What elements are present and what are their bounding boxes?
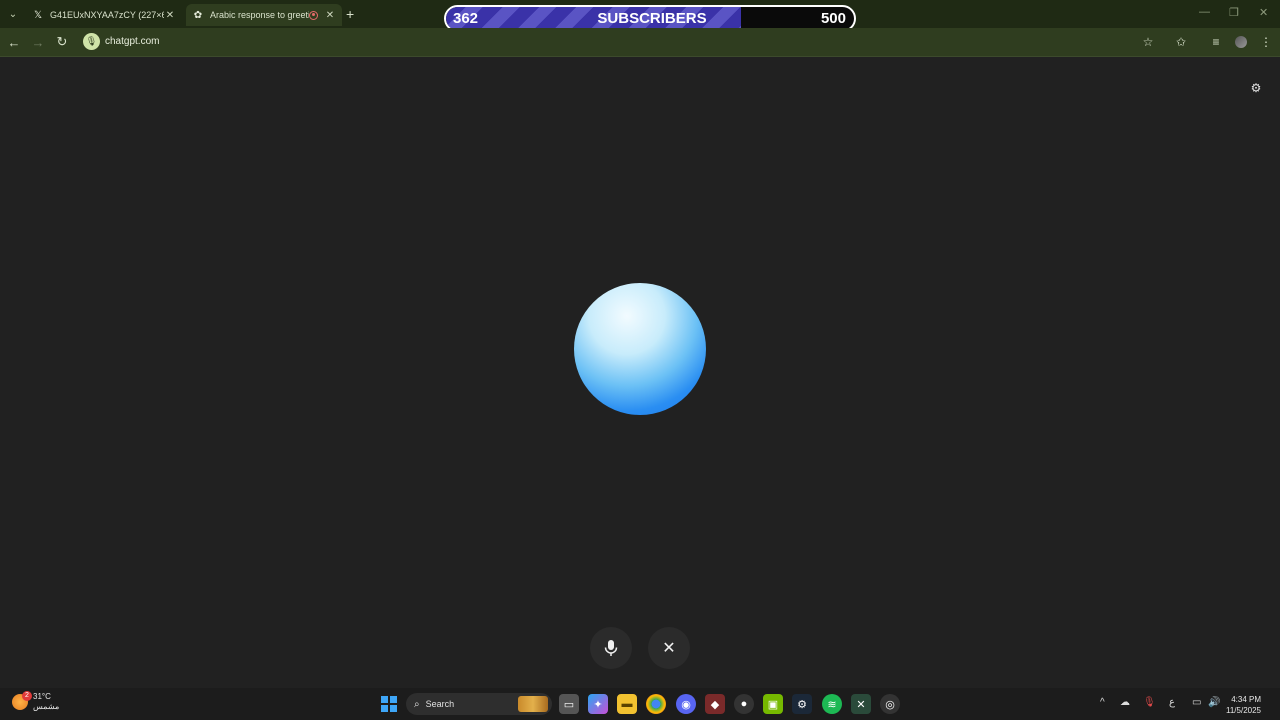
toolbar: ← → ↻ 🎙 chatgpt.com ☆ ✩ ≡ ⋮ [0,28,1280,57]
recording-icon [309,10,318,20]
tab-image[interactable]: 𝕏 G41EUxNXYAA7zCY (227×621) ✕ [26,4,182,26]
app-icon-gray[interactable]: ◎ [880,694,900,714]
minimize-button[interactable]: — [1199,6,1210,18]
reload-icon[interactable]: ↻ [54,34,70,50]
input-language[interactable]: ع [1169,697,1175,708]
tab-close-icon[interactable]: ✕ [164,10,176,21]
nvidia-icon[interactable]: ▣ [763,694,783,714]
search-label: Search [425,699,455,709]
media-control-icon[interactable]: ≡ [1208,34,1224,50]
x-logo-icon: 𝕏 [33,9,43,21]
settings-sliders-icon[interactable]: ⚙ [1248,80,1264,96]
notification-badge: 2 [22,691,32,701]
new-tab-button[interactable]: + [346,6,354,22]
back-icon[interactable]: ← [6,34,22,50]
start-button[interactable] [381,696,397,712]
tab-title: Arabic response to greeting [210,10,309,20]
tray-overflow-icon[interactable]: ^ [1100,697,1105,708]
voice-orb [574,283,706,415]
clock-date: 11/5/2025 [1226,706,1261,715]
network-icon[interactable]: ▭ [1192,697,1201,708]
weather-desc: مشمس [33,702,60,711]
taskbar: 2 31°C مشمس ⌕ Search ▭ ✦ ▬ ◉ ◆ ● ▣ ⚙ ≋ ✕… [0,688,1280,720]
tab-close-icon[interactable]: ✕ [324,10,336,21]
taskbar-search[interactable]: ⌕ Search [406,693,552,715]
chrome-icon[interactable] [646,694,666,714]
clock-time: 4:34 PM [1231,695,1261,704]
app-icon-red[interactable]: ◆ [705,694,725,714]
subscriber-goal: 500 [820,10,846,27]
task-view-icon[interactable]: ▭ [559,694,579,714]
site-mic-icon[interactable]: 🎙 [83,33,100,50]
discord-icon[interactable]: ◉ [676,694,696,714]
sun-icon: 2 [12,691,32,710]
close-icon: ✕ [662,640,676,657]
openai-icon: ✿ [193,9,203,21]
profile-avatar[interactable] [1233,34,1249,50]
menu-kebab-icon[interactable]: ⋮ [1258,34,1274,50]
subscriber-label: SUBSCRIBERS [597,10,707,27]
mic-in-use-icon[interactable]: 🎙 [1143,697,1156,708]
spotify-icon[interactable]: ≋ [822,694,842,714]
weather-temp: 31°C [33,692,51,701]
close-window-button[interactable]: ✕ [1259,6,1268,19]
url-text[interactable]: chatgpt.com [105,36,159,47]
restore-button[interactable]: ❐ [1229,6,1239,19]
search-highlight-image [518,696,548,712]
bookmark-star-icon[interactable]: ☆ [1140,34,1156,50]
steam-icon[interactable]: ⚙ [792,694,812,714]
xbox-icon[interactable]: ✕ [851,694,871,714]
copilot-icon[interactable]: ✦ [588,694,608,714]
onedrive-icon[interactable]: ☁ [1120,697,1130,708]
weather-widget[interactable]: 2 31°C مشمس [12,691,60,712]
end-voice-button[interactable]: ✕ [648,627,690,669]
tab-title: G41EUxNXYAA7zCY (227×621) [50,10,164,20]
volume-icon[interactable]: 🔊 [1208,697,1220,708]
file-explorer-icon[interactable]: ▬ [617,694,637,714]
extensions-icon[interactable]: ✩ [1173,34,1189,50]
obs-icon[interactable]: ● [734,694,754,714]
clock[interactable]: 4:34 PM 11/5/2025 [1226,694,1261,716]
tab-search-chevron-icon[interactable]: ⌄ [5,6,21,22]
mute-microphone-button[interactable] [590,627,632,669]
microphone-icon [604,640,618,656]
forward-icon[interactable]: → [30,34,46,50]
tab-chatgpt[interactable]: ✿ Arabic response to greeting ✕ [186,4,342,26]
search-icon: ⌕ [414,698,420,710]
